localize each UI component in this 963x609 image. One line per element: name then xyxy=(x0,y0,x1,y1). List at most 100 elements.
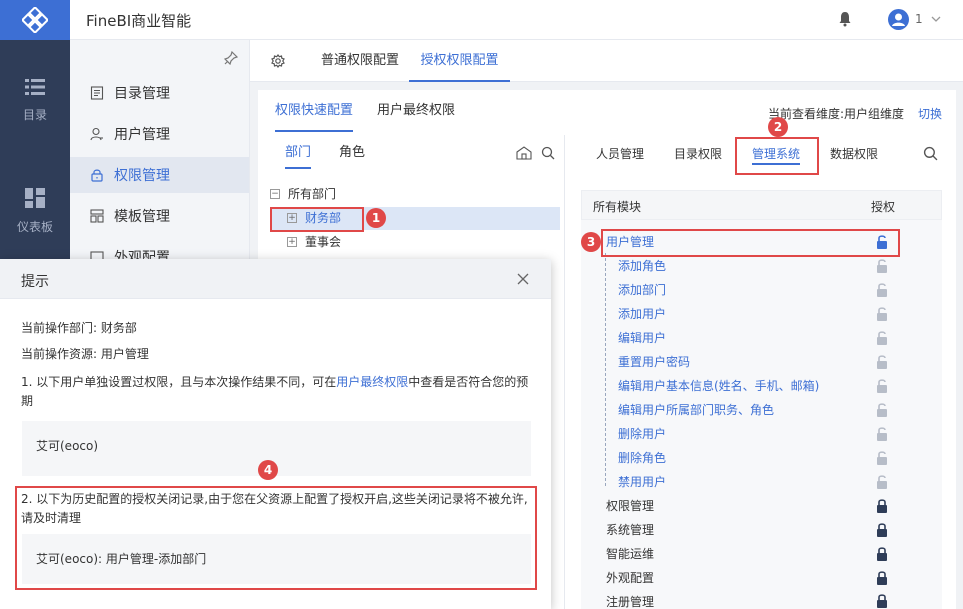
marker-3: 3 xyxy=(581,232,601,252)
highlight-user-management xyxy=(601,229,900,257)
tab-people-management[interactable]: 人员管理 xyxy=(596,143,644,165)
module-row[interactable]: 编辑用户 xyxy=(618,326,666,350)
pin-icon[interactable] xyxy=(224,51,238,65)
unlock-icon[interactable] xyxy=(876,450,888,466)
sidebar-item-catalog[interactable]: 目录管理 xyxy=(70,75,249,111)
module-row[interactable]: 权限管理 xyxy=(606,494,654,518)
marker-2: 2 xyxy=(768,117,788,137)
module-row[interactable]: 添加部门 xyxy=(618,278,666,302)
logo-icon xyxy=(22,7,48,33)
lock-closed-icon[interactable] xyxy=(876,570,888,586)
user-avatar-icon xyxy=(892,13,905,26)
nav-dashboard[interactable]: 仪表板 xyxy=(0,188,70,235)
unlock-icon[interactable] xyxy=(876,378,888,394)
notice-1-text-c: 期 xyxy=(21,394,34,408)
unlock-icon[interactable] xyxy=(876,330,888,346)
module-row[interactable]: 添加角色 xyxy=(618,254,666,278)
module-row[interactable]: 系统管理 xyxy=(606,518,654,542)
highlight-finance xyxy=(270,207,364,232)
nav-dashboard-label: 仪表板 xyxy=(16,220,53,234)
tree-node-label: 所有部门 xyxy=(288,187,337,201)
tree-connector xyxy=(605,253,606,486)
dashboard-icon xyxy=(25,188,45,208)
search-icon[interactable] xyxy=(541,146,555,160)
unlock-icon[interactable] xyxy=(876,402,888,418)
module-row[interactable]: 注册管理 xyxy=(606,590,654,609)
unlock-icon[interactable] xyxy=(876,282,888,298)
tree-node-label: 董事会 xyxy=(305,235,342,249)
module-row[interactable]: 重置用户密码 xyxy=(618,350,690,374)
highlight-management-system xyxy=(735,137,819,175)
gear-icon[interactable] xyxy=(271,54,285,68)
sidebar-item-permissions[interactable]: 权限管理 xyxy=(70,157,249,193)
sidebar-item-label: 模板管理 xyxy=(114,209,170,225)
switch-dimension-link[interactable]: 切换 xyxy=(918,105,942,122)
current-resource: 当前操作资源: 用户管理 xyxy=(21,347,149,361)
unlock-icon[interactable] xyxy=(876,306,888,322)
notice-1-text-a: 1. 以下用户单独设置过权限，且与本次操作结果不同，可在 xyxy=(21,375,337,389)
sidebar-item-label: 目录管理 xyxy=(114,86,170,102)
tab-normal-permissions[interactable]: 普通权限配置 xyxy=(321,40,399,82)
tab-department[interactable]: 部门 xyxy=(285,137,312,169)
avatar[interactable] xyxy=(888,9,909,30)
user-final-permissions-link[interactable]: 用户最终权限 xyxy=(336,375,408,389)
unlock-icon[interactable] xyxy=(876,474,888,490)
sidebar-item-templates[interactable]: 模板管理 xyxy=(70,198,249,234)
tab-quick-config[interactable]: 权限快速配置 xyxy=(275,90,354,132)
nav-catalog[interactable]: 目录 xyxy=(0,78,70,123)
tab-grant-permissions[interactable]: 授权权限配置 xyxy=(409,40,510,82)
notice-1: 1. 以下用户单独设置过权限，且与本次操作结果不同，可在用户最终权限中查看是否符… xyxy=(21,374,528,391)
lock-closed-icon[interactable] xyxy=(876,522,888,538)
user-icon xyxy=(90,127,103,141)
module-row[interactable]: 编辑用户基本信息(姓名、手机、邮箱) xyxy=(618,374,819,398)
marker-4: 4 xyxy=(258,460,278,480)
tab-user-final-permissions[interactable]: 用户最终权限 xyxy=(377,90,455,132)
list-item: 艾可(eoco) xyxy=(36,439,99,453)
user-count[interactable]: 1 xyxy=(915,12,923,26)
template-icon xyxy=(90,209,104,223)
close-icon[interactable] xyxy=(516,272,530,286)
app-logo[interactable] xyxy=(0,0,70,40)
expand-icon[interactable]: + xyxy=(287,237,297,247)
tab-catalog-permissions[interactable]: 目录权限 xyxy=(674,143,722,165)
app-title: FineBI商业智能 xyxy=(86,12,192,30)
unlock-icon[interactable] xyxy=(876,426,888,442)
lock-icon xyxy=(91,169,103,182)
dialog-title: 提示 xyxy=(21,274,49,290)
collapse-icon[interactable]: − xyxy=(270,189,280,199)
org-structure-icon[interactable] xyxy=(516,146,532,160)
unlock-icon[interactable] xyxy=(876,354,888,370)
catalog-icon xyxy=(90,86,104,100)
unlock-icon[interactable] xyxy=(876,258,888,274)
module-table-header: 所有模块 授权 xyxy=(581,190,942,220)
module-row[interactable]: 删除用户 xyxy=(618,422,666,446)
nav-catalog-label: 目录 xyxy=(22,108,47,122)
sidebar-item-label: 权限管理 xyxy=(114,168,170,184)
current-department: 当前操作部门: 财务部 xyxy=(21,321,137,335)
dialog-header: 提示 xyxy=(0,259,551,299)
top-header: FineBI商业智能 1 xyxy=(0,0,963,40)
sidebar-item-label: 用户管理 xyxy=(114,127,170,143)
tab-data-permissions[interactable]: 数据权限 xyxy=(830,143,878,165)
chevron-down-icon[interactable] xyxy=(930,14,942,24)
tree-node-all-departments[interactable]: − 所有部门 xyxy=(270,183,336,205)
tab-role[interactable]: 角色 xyxy=(339,137,365,169)
bell-icon[interactable] xyxy=(838,11,852,27)
module-row[interactable]: 删除角色 xyxy=(618,446,666,470)
list-icon xyxy=(25,79,45,95)
lock-closed-icon[interactable] xyxy=(876,546,888,562)
lock-closed-icon[interactable] xyxy=(876,498,888,514)
column-header-modules: 所有模块 xyxy=(593,200,642,214)
tree-node-board[interactable]: + 董事会 xyxy=(287,231,341,253)
module-row[interactable]: 禁用用户 xyxy=(618,470,666,494)
search-icon[interactable] xyxy=(923,146,938,161)
dimension-label: 当前查看维度:用户组维度 xyxy=(768,107,905,121)
lock-closed-icon[interactable] xyxy=(876,593,888,609)
sidebar-item-users[interactable]: 用户管理 xyxy=(70,116,249,152)
tip-dialog: 提示 当前操作部门: 财务部 当前操作资源: 用户管理 1. 以下用户单独设置过… xyxy=(0,259,551,609)
module-row[interactable]: 智能运维 xyxy=(606,542,654,566)
module-row[interactable]: 编辑用户所属部门职务、角色 xyxy=(618,398,774,422)
highlight-closed-records xyxy=(15,486,537,590)
module-row[interactable]: 外观配置 xyxy=(606,566,654,590)
module-row[interactable]: 添加用户 xyxy=(618,302,666,326)
